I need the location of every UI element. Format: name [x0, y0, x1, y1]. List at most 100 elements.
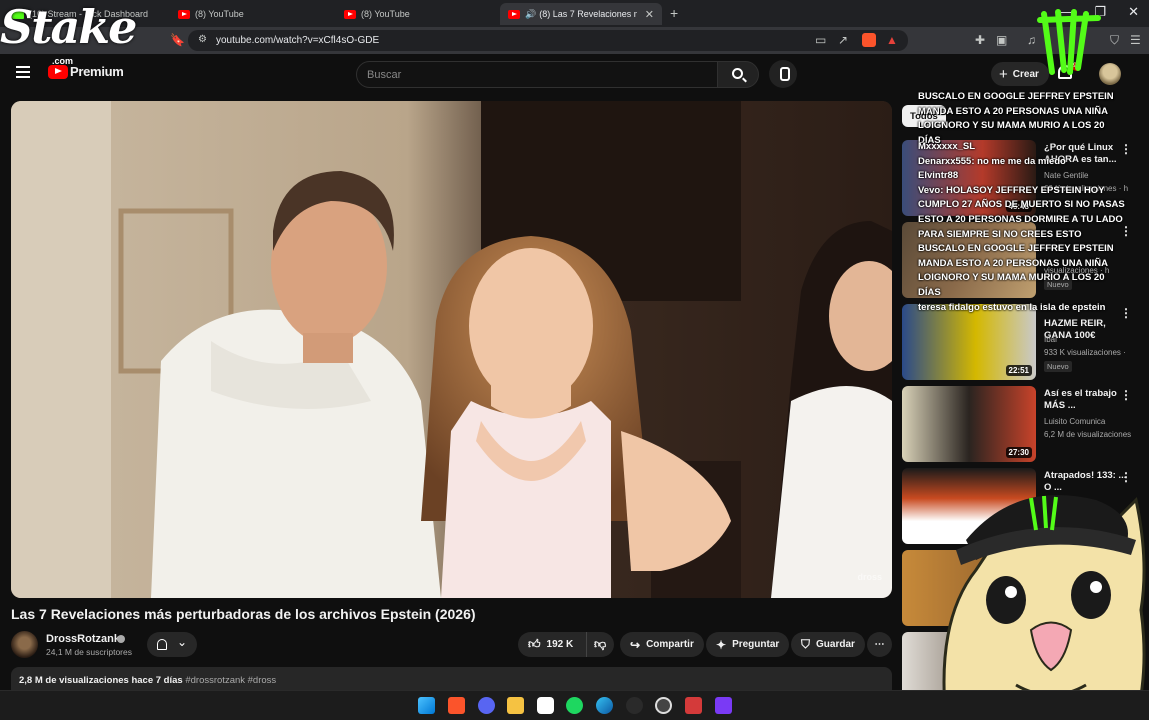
site-settings-icon[interactable]: ⚙ — [198, 34, 207, 45]
video-frame — [11, 101, 892, 598]
capcut-icon[interactable] — [537, 697, 554, 714]
video-thumbnail[interactable]: 22:51 — [902, 304, 1036, 380]
edge-icon[interactable] — [596, 697, 613, 714]
tab-label: (8) YouTube — [361, 9, 410, 19]
dislike-button[interactable]: 👎︎ — [586, 632, 614, 657]
video-watermark: dross — [857, 572, 882, 582]
tab-label: (8) YouTube — [195, 9, 244, 19]
plus-icon: + — [999, 65, 1008, 83]
thumbs-up-icon: 👍︎ — [528, 637, 541, 651]
channel-name[interactable]: Ibai — [1044, 335, 1057, 344]
thumbs-down-icon: 👎︎ — [594, 637, 607, 651]
cat-mascot-avatar — [942, 495, 1146, 720]
browser-tab-bar: (10) Stream - Kick Dashboard (8) YouTube… — [0, 0, 1149, 27]
tab-label: (8) Las 7 Revelaciones más pe — [539, 9, 637, 19]
app-grid-icon[interactable] — [715, 697, 732, 714]
list-item[interactable]: 22:51 HAZME REIR, GANA 100€ Ibai 933 K v… — [902, 304, 1149, 382]
video-title[interactable]: HAZME REIR, GANA 100€ — [1044, 318, 1132, 342]
chat-user: Vevo — [918, 184, 941, 196]
url-text: youtube.com/watch?v=xCfl4sO-GDE — [216, 35, 380, 46]
close-tab-icon[interactable]: ✕ — [645, 8, 654, 21]
chat-user: Denarxx555 — [918, 155, 972, 167]
search-button[interactable] — [717, 61, 759, 88]
notifications-button[interactable]: ⌄ — [147, 632, 197, 657]
tab-youtube-1[interactable]: (8) YouTube — [170, 3, 332, 25]
save-button[interactable]: ⛉ Guardar — [791, 632, 865, 657]
more-actions-button[interactable]: ⋯ — [867, 632, 892, 657]
start-icon[interactable] — [418, 697, 435, 714]
voice-search-button[interactable] — [769, 60, 797, 88]
video-thumbnail[interactable]: 27:30 — [902, 386, 1036, 462]
ask-button[interactable]: ✦ Preguntar — [706, 632, 790, 657]
duration-badge: 22:51 — [1005, 365, 1032, 376]
search-icon — [732, 68, 743, 79]
chat-text: : no me me da miedo — [971, 155, 1066, 167]
stake-com-label: .com — [52, 56, 74, 66]
extensions-icon[interactable]: ✚ — [975, 33, 985, 47]
chevron-down-icon: ⌄ — [177, 635, 188, 649]
steam-icon[interactable] — [655, 697, 672, 714]
bookmark-icon[interactable]: 🔖 — [170, 33, 185, 47]
obs-icon[interactable] — [626, 697, 643, 714]
speaker-icon: 🔊 — [525, 8, 537, 19]
share-icon: ↪ — [630, 637, 641, 652]
sparkle-icon: ✦ — [716, 637, 727, 652]
list-item[interactable]: 27:30 Así es el trabajo MÁS ... Luisito … — [902, 386, 1149, 464]
youtube-logo[interactable]: Premium — [48, 64, 124, 79]
chat-text: : HOLASOY JEFFREY EPSTEIN HOY CUMPLO 27 … — [918, 184, 1125, 298]
video-player[interactable]: dross — [11, 101, 892, 598]
bell-icon — [157, 639, 167, 650]
channel-avatar[interactable] — [11, 631, 38, 658]
tab-youtube-2[interactable]: (8) YouTube — [336, 3, 498, 25]
upload-age: hace 7 días — [131, 675, 183, 686]
brave-browser-icon[interactable] — [448, 697, 465, 714]
url-field[interactable]: ⚙ youtube.com/watch?v=xCfl4sO-GDE — [188, 30, 908, 51]
view-count: 2,8 M de visualizaciones — [19, 675, 129, 686]
youtube-icon — [344, 9, 356, 19]
browser-menu-icon[interactable]: ☰ — [1130, 33, 1141, 47]
brave-rewards-icon[interactable]: ▲ — [886, 33, 898, 47]
more-icon[interactable]: ⋮ — [1120, 388, 1132, 402]
video-meta: 933 K visualizaciones · — [1044, 348, 1126, 357]
tab-video-active[interactable]: 🔊 (8) Las 7 Revelaciones más pe ✕ — [500, 3, 662, 25]
share-button[interactable]: ↪ Compartir — [620, 632, 704, 657]
cast-icon[interactable]: ▭ — [815, 33, 826, 47]
share-label: Compartir — [646, 639, 694, 650]
stake-logo: Stake — [0, 0, 137, 54]
sidebar-panel-icon[interactable]: ▣ — [996, 33, 1007, 47]
bookmark-icon: ⛉ — [801, 637, 811, 651]
chat-text: teresa fidalgo estuvo en la isla de epst… — [918, 301, 1106, 313]
verified-icon — [117, 635, 125, 643]
new-badge: Nuevo — [1044, 361, 1072, 372]
chat-user: Mxxxxxx_SL — [918, 141, 976, 152]
chat-overlay-list: Mxxxxxx_SL Denarxx555: no me me da miedo… — [918, 140, 1128, 315]
hamburger-menu-icon[interactable] — [16, 66, 30, 78]
search-input[interactable]: Buscar — [356, 61, 718, 88]
youtube-icon — [508, 9, 520, 19]
more-icon: ⋯ — [874, 639, 885, 650]
new-tab-button[interactable]: + — [670, 5, 678, 21]
brave-shields-icon[interactable] — [862, 33, 876, 47]
duration-badge: 27:30 — [1005, 447, 1032, 458]
video-title[interactable]: Así es el trabajo MÁS ... — [1044, 388, 1132, 412]
like-button[interactable]: 👍︎ 192 K — [518, 632, 586, 657]
spotify-icon[interactable] — [566, 697, 583, 714]
channel-name[interactable]: Luisito Comunica — [1044, 417, 1105, 426]
video-meta: 6,2 M de visualizaciones — [1044, 430, 1132, 439]
youtube-play-icon — [48, 64, 68, 79]
ask-label: Preguntar — [732, 639, 780, 650]
app-icon[interactable] — [685, 697, 702, 714]
like-count: 192 K — [546, 639, 574, 650]
share-page-icon[interactable]: ↗ — [838, 33, 848, 47]
chat-message: teresa fidalgo estuvo en la isla de epst… — [918, 301, 1128, 316]
channel-name[interactable]: DrossRotzank — [46, 633, 120, 645]
chat-message: Mxxxxxx_SL — [918, 140, 1128, 155]
hashtags[interactable]: #drossrotzank #dross — [185, 675, 276, 686]
file-explorer-icon[interactable] — [507, 697, 524, 714]
premium-label: Premium — [70, 64, 124, 79]
close-window-button[interactable]: ✕ — [1128, 4, 1139, 20]
vpn-icon[interactable]: ⛉ — [1110, 33, 1119, 48]
subscriber-count: 24,1 M de suscriptores — [46, 647, 132, 657]
chat-message: Denarxx555: no me me da miedo — [918, 155, 1128, 170]
discord-icon[interactable] — [478, 697, 495, 714]
